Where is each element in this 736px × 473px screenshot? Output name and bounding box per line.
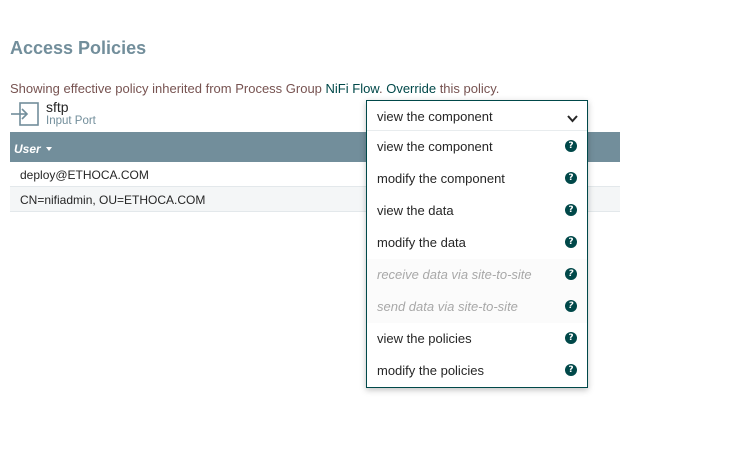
- policy-option[interactable]: view the component?: [367, 131, 587, 163]
- policy-message: Showing effective policy inherited from …: [10, 81, 499, 96]
- user-column-label: User: [14, 142, 41, 156]
- user-cell: deploy@ETHOCA.COM: [20, 168, 149, 182]
- sort-desc-icon: [45, 147, 52, 151]
- policy-action-select[interactable]: view the component view the component? m…: [366, 100, 588, 388]
- input-port-icon: [10, 102, 40, 126]
- policy-option[interactable]: view the data?: [367, 195, 587, 227]
- policy-message-suffix: this policy.: [436, 81, 500, 96]
- policy-option-label: view the data: [377, 203, 454, 218]
- component-name: sftp: [46, 99, 69, 115]
- help-icon[interactable]: ?: [565, 236, 577, 248]
- help-icon[interactable]: ?: [565, 268, 577, 280]
- help-icon[interactable]: ?: [565, 172, 577, 184]
- policy-select-value: view the component: [377, 109, 493, 124]
- help-icon[interactable]: ?: [565, 364, 577, 376]
- policy-message-prefix: Showing effective policy inherited from …: [10, 81, 326, 96]
- help-icon[interactable]: ?: [565, 300, 577, 312]
- policy-option-label: receive data via site-to-site: [377, 267, 532, 282]
- policy-option-disabled: send data via site-to-site?: [367, 291, 587, 323]
- policy-option-label: send data via site-to-site: [377, 299, 518, 314]
- policy-option-label: modify the policies: [377, 363, 484, 378]
- policy-option-label: view the component: [377, 139, 493, 154]
- page-title: Access Policies: [10, 38, 147, 58]
- policy-select-current[interactable]: view the component: [367, 101, 587, 131]
- policy-option[interactable]: modify the policies?: [367, 355, 587, 387]
- chevron-down-icon: [567, 111, 578, 123]
- policy-option-disabled: receive data via site-to-site?: [367, 259, 587, 291]
- policy-option[interactable]: view the policies?: [367, 323, 587, 355]
- process-group-link[interactable]: NiFi Flow: [326, 81, 379, 96]
- policy-option-label: view the policies: [377, 331, 472, 346]
- policy-option-label: modify the component: [377, 171, 505, 186]
- policy-option[interactable]: modify the data?: [367, 227, 587, 259]
- component-type: Input Port: [46, 115, 96, 127]
- help-icon[interactable]: ?: [565, 332, 577, 344]
- help-icon[interactable]: ?: [565, 204, 577, 216]
- user-cell: CN=nifiadmin, OU=ETHOCA.COM: [20, 193, 206, 207]
- help-icon[interactable]: ?: [565, 140, 577, 152]
- override-policy-link[interactable]: Override: [386, 81, 436, 96]
- policy-option[interactable]: modify the component?: [367, 163, 587, 195]
- policy-option-label: modify the data: [377, 235, 466, 250]
